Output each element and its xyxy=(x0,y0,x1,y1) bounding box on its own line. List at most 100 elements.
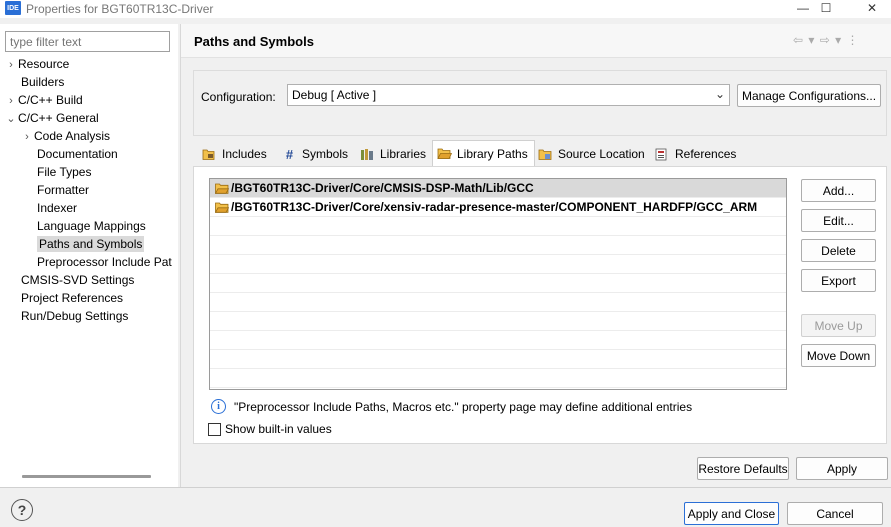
empty-row xyxy=(210,274,786,293)
tab-libraries[interactable]: Libraries xyxy=(360,142,426,166)
tab-label: References xyxy=(675,147,737,161)
ide-logo-icon: IDE xyxy=(5,1,21,15)
show-builtin-values-checkbox[interactable]: Show built-in values xyxy=(208,422,332,436)
tab-library-paths[interactable]: Library Paths xyxy=(432,140,535,166)
list-item[interactable]: /BGT60TR13C-Driver/Core/CMSIS-DSP-Math/L… xyxy=(210,179,786,198)
tree-item-label: C/C++ General xyxy=(18,111,99,125)
library-paths-list[interactable]: /BGT60TR13C-Driver/Core/CMSIS-DSP-Math/L… xyxy=(209,178,787,390)
tree-item-documentation[interactable]: Documentation xyxy=(37,145,118,163)
library-path-text: /BGT60TR13C-Driver/Core/CMSIS-DSP-Math/L… xyxy=(231,180,534,195)
configuration-label: Configuration: xyxy=(201,90,276,104)
tree-item-cpp-build[interactable]: › C/C++ Build xyxy=(4,91,83,109)
apply-and-close-button[interactable]: Apply and Close xyxy=(684,502,779,525)
apply-button[interactable]: Apply xyxy=(796,457,888,480)
chevron-right-icon[interactable]: › xyxy=(4,92,18,110)
close-window-button[interactable]: ✕ xyxy=(857,0,887,16)
tree-item-label: Documentation xyxy=(37,147,118,161)
includes-icon xyxy=(202,148,217,161)
empty-row xyxy=(210,236,786,255)
tree-item-cpp-general[interactable]: ⌄ C/C++ General xyxy=(4,109,99,128)
tree-item-label: Project References xyxy=(21,291,124,305)
tree-item-language-mappings[interactable]: Language Mappings xyxy=(37,217,146,235)
tree-item-label: Resource xyxy=(18,57,70,71)
info-icon: i xyxy=(211,399,226,414)
add-button[interactable]: Add... xyxy=(801,179,876,202)
tree-item-label: File Types xyxy=(37,165,92,179)
tree-item-label: Formatter xyxy=(37,183,90,197)
empty-row xyxy=(210,331,786,350)
empty-row xyxy=(210,293,786,312)
properties-page: Paths and Symbols ⇦ ▾ ⇨ ▾ ⋮ Configuratio… xyxy=(181,24,891,487)
configuration-select[interactable]: Debug [ Active ] ⌄ xyxy=(287,84,730,106)
manage-configurations-button[interactable]: Manage Configurations... xyxy=(737,84,881,107)
tree-item-project-references[interactable]: Project References xyxy=(21,289,123,307)
tree-item-builders[interactable]: Builders xyxy=(21,73,64,91)
tree-horizontal-scrollbar[interactable] xyxy=(22,475,151,478)
maximize-button[interactable]: ☐ xyxy=(811,0,841,16)
page-title: Paths and Symbols xyxy=(194,34,314,49)
tab-includes[interactable]: Includes xyxy=(202,142,267,166)
tab-source-location[interactable]: Source Location xyxy=(538,142,645,166)
filter-input[interactable] xyxy=(5,31,170,52)
cancel-button[interactable]: Cancel xyxy=(787,502,883,525)
tree-item-label: C/C++ Build xyxy=(18,93,83,107)
folder-icon xyxy=(215,202,229,213)
library-path-text: /BGT60TR13C-Driver/Core/xensiv-radar-pre… xyxy=(231,199,758,214)
tree-item-label: Language Mappings xyxy=(37,219,146,233)
page-header: Paths and Symbols ⇦ ▾ ⇨ ▾ ⋮ xyxy=(181,24,891,58)
tree-item-resource[interactable]: › Resource xyxy=(4,55,69,73)
tree-item-label: Code Analysis xyxy=(34,129,111,143)
tree-item-paths-and-symbols[interactable]: Paths and Symbols xyxy=(37,235,145,253)
move-up-button[interactable]: Move Up xyxy=(801,314,876,337)
references-icon xyxy=(655,148,670,161)
tab-label: Libraries xyxy=(380,147,427,161)
tree-item-formatter[interactable]: Formatter xyxy=(37,181,89,199)
edit-button[interactable]: Edit... xyxy=(801,209,876,232)
library-paths-panel: /BGT60TR13C-Driver/Core/CMSIS-DSP-Math/L… xyxy=(193,166,887,444)
info-message: i "Preprocessor Include Paths, Macros et… xyxy=(211,399,692,414)
tab-symbols[interactable]: # Symbols xyxy=(282,142,348,166)
chevron-right-icon[interactable]: › xyxy=(20,128,34,146)
folder-icon xyxy=(215,183,229,194)
configuration-value: Debug [ Active ] xyxy=(292,88,377,102)
tab-label: Source Location xyxy=(558,147,645,161)
tree-item-label: Paths and Symbols xyxy=(37,236,145,252)
title-bar: IDE Properties for BGT60TR13C-Driver — ☐… xyxy=(0,0,891,18)
tree-item-code-analysis[interactable]: › Code Analysis xyxy=(20,127,110,145)
folder-icon xyxy=(437,147,452,160)
tab-label: Includes xyxy=(222,147,267,161)
tab-label: Symbols xyxy=(302,147,349,161)
tab-references[interactable]: References xyxy=(655,142,736,166)
tree-item-run-debug-settings[interactable]: Run/Debug Settings xyxy=(21,307,128,325)
checkbox-box[interactable] xyxy=(208,422,221,436)
tree-item-label: Builders xyxy=(21,75,65,89)
libraries-icon xyxy=(360,148,375,161)
empty-row xyxy=(210,369,786,388)
hash-icon: # xyxy=(285,146,294,162)
empty-row xyxy=(210,312,786,331)
tree-item-cmsis-svd-settings[interactable]: CMSIS-SVD Settings xyxy=(21,271,134,289)
tab-label: Library Paths xyxy=(457,146,528,161)
chevron-down-icon[interactable]: ⌄ xyxy=(715,87,725,101)
tree-item-preprocessor-include-paths[interactable]: Preprocessor Include Pat xyxy=(37,253,172,271)
help-icon[interactable]: ? xyxy=(11,499,33,521)
tree-item-file-types[interactable]: File Types xyxy=(37,163,91,181)
export-button[interactable]: Export xyxy=(801,269,876,292)
empty-row xyxy=(210,217,786,236)
empty-row xyxy=(210,255,786,274)
delete-button[interactable]: Delete xyxy=(801,239,876,262)
tree-item-indexer[interactable]: Indexer xyxy=(37,199,77,217)
tree-item-label: Run/Debug Settings xyxy=(21,309,129,323)
empty-row xyxy=(210,350,786,369)
checkbox-label: Show built-in values xyxy=(225,422,332,436)
tree-item-label: Indexer xyxy=(37,201,78,215)
footer-divider xyxy=(0,487,891,488)
list-item[interactable]: /BGT60TR13C-Driver/Core/xensiv-radar-pre… xyxy=(210,198,786,217)
chevron-down-icon[interactable]: ⌄ xyxy=(4,110,18,128)
restore-defaults-button[interactable]: Restore Defaults xyxy=(697,457,789,480)
history-nav-icons[interactable]: ⇦ ▾ ⇨ ▾ ⋮ xyxy=(793,33,860,47)
tree-item-label: Preprocessor Include Pat xyxy=(37,255,172,269)
info-text: "Preprocessor Include Paths, Macros etc.… xyxy=(234,399,693,414)
chevron-right-icon[interactable]: › xyxy=(4,56,18,74)
move-down-button[interactable]: Move Down xyxy=(801,344,876,367)
